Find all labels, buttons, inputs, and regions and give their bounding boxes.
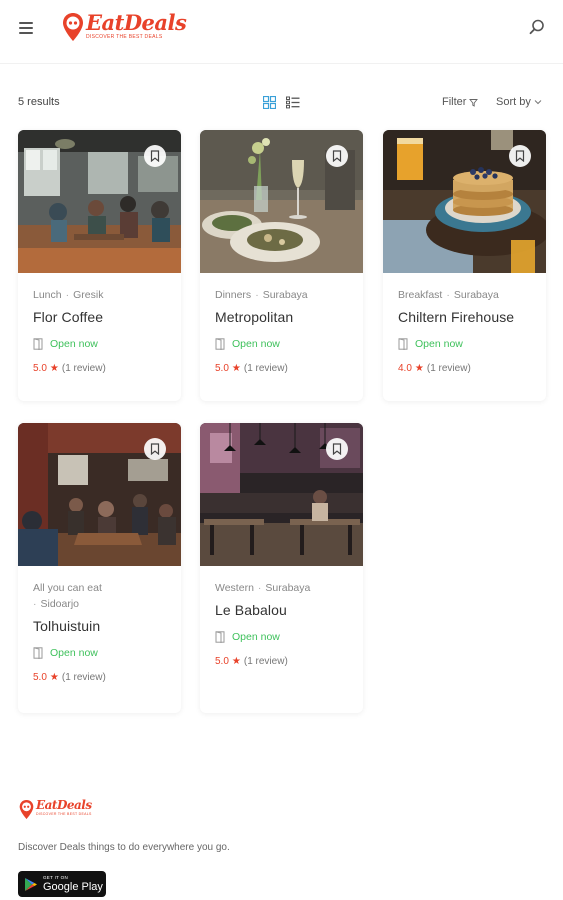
footer-brand-tagline: DISCOVER THE BEST DEALS [36, 812, 92, 816]
results-count: 5 results [18, 96, 60, 108]
rating-score: 4.0 [398, 363, 412, 374]
door-icon [215, 631, 225, 643]
bookmark-button[interactable] [144, 145, 166, 167]
open-status: Open now [398, 338, 531, 350]
listing-card[interactable]: Western · Surabaya Le Babalou Open now 5.0… [200, 423, 363, 713]
open-status: Open now [33, 338, 166, 350]
review-count[interactable]: (1 review) [427, 363, 471, 374]
footer-description: Discover Deals things to do everywhere y… [18, 842, 230, 853]
review-count[interactable]: (1 review) [62, 363, 106, 374]
bookmark-icon [332, 443, 342, 455]
listing-city[interactable]: Surabaya [265, 582, 310, 594]
open-status: Open now [33, 647, 166, 659]
bookmark-button[interactable] [326, 438, 348, 460]
funnel-icon [469, 98, 479, 107]
page-footer: EatDeals DISCOVER THE BEST DEALS Discove… [0, 775, 563, 900]
top-header: EatDeals DISCOVER THE BEST DEALS [0, 0, 563, 64]
door-icon [33, 647, 43, 659]
sort-by-dropdown[interactable]: Sort by [496, 96, 542, 108]
listing-title[interactable]: Metropolitan [215, 309, 348, 325]
listing-meta: Breakfast · Surabaya [398, 289, 499, 301]
listing-category[interactable]: Dinners [215, 289, 251, 301]
listing-meta: Dinners · Surabaya [215, 289, 308, 301]
sort-label: Sort by [496, 96, 531, 108]
rating: 5.0 ★ (1 review) [215, 363, 348, 374]
filter-button[interactable]: Filter [442, 96, 479, 108]
star-icon: ★ [231, 363, 241, 374]
listing-meta: Lunch · Gresik [33, 289, 104, 301]
store-name: Google Play [43, 881, 103, 893]
open-status: Open now [215, 631, 348, 643]
listing-meta: Western · Surabaya [215, 582, 311, 594]
door-icon [33, 338, 43, 350]
listing-title[interactable]: Chiltern Firehouse [398, 309, 531, 325]
listing-meta: All you can eat · Sidoarjo [33, 582, 102, 610]
menu-icon[interactable] [19, 22, 33, 34]
rating: 5.0 ★ (1 review) [33, 363, 166, 374]
bookmark-button[interactable] [144, 438, 166, 460]
listing-city[interactable]: Sidoarjo [41, 598, 80, 610]
listing-card[interactable]: Breakfast · Surabaya Chiltern Firehouse Op… [383, 130, 546, 401]
star-icon: ★ [49, 363, 59, 374]
listing-category[interactable]: Lunch [33, 289, 62, 301]
review-count[interactable]: (1 review) [62, 672, 106, 683]
rating-score: 5.0 [215, 656, 229, 667]
rating: 5.0 ★ (1 review) [215, 656, 348, 667]
listing-title[interactable]: Flor Coffee [33, 309, 166, 325]
door-icon [398, 338, 408, 350]
listing-card[interactable]: Lunch · Gresik Flor Coffee Open now 5.0 ★ (1… [18, 130, 181, 401]
brand-name: EatDeals [86, 10, 187, 35]
star-icon: ★ [231, 656, 241, 667]
bookmark-icon [332, 150, 342, 162]
pin-icon [63, 13, 83, 41]
listing-photo[interactable] [383, 130, 546, 273]
listing-card[interactable]: Dinners · Surabaya Metropolitan Open now 5… [200, 130, 363, 401]
listing-photo[interactable] [18, 130, 181, 273]
listing-city[interactable]: Surabaya [454, 289, 499, 301]
bookmark-button[interactable] [509, 145, 531, 167]
rating-score: 5.0 [33, 672, 47, 683]
pin-icon [19, 799, 34, 820]
footer-brand-name: EatDeals [36, 798, 92, 812]
brand-logo[interactable]: EatDeals DISCOVER THE BEST DEALS [62, 10, 187, 48]
rating: 5.0 ★ (1 review) [33, 672, 166, 683]
search-icon[interactable] [528, 18, 546, 36]
rating-score: 5.0 [33, 363, 47, 374]
footer-logo[interactable]: EatDeals DISCOVER THE BEST DEALS [19, 799, 92, 820]
chevron-down-icon [534, 100, 542, 105]
review-count[interactable]: (1 review) [244, 656, 288, 667]
listing-category[interactable]: Breakfast [398, 289, 442, 301]
rating-score: 5.0 [215, 363, 229, 374]
bookmark-icon [515, 150, 525, 162]
listing-title[interactable]: Le Babalou [215, 602, 348, 618]
list-view-icon[interactable] [286, 96, 300, 109]
listing-category[interactable]: Western [215, 582, 254, 594]
filter-label: Filter [442, 96, 467, 108]
grid-view-icon[interactable] [263, 96, 276, 109]
listing-photo[interactable] [200, 423, 363, 566]
google-play-button[interactable]: GET IT ON Google Play [18, 871, 106, 897]
bookmark-icon [150, 443, 160, 455]
rating: 4.0 ★ (1 review) [398, 363, 531, 374]
listing-category[interactable]: All you can eat [33, 582, 102, 594]
bookmark-icon [150, 150, 160, 162]
listing-city[interactable]: Surabaya [263, 289, 308, 301]
door-icon [215, 338, 225, 350]
google-play-icon [25, 877, 37, 891]
listing-card[interactable]: All you can eat · Sidoarjo Tolhuistuin Ope… [18, 423, 181, 713]
bookmark-button[interactable] [326, 145, 348, 167]
open-status: Open now [215, 338, 348, 350]
review-count[interactable]: (1 review) [244, 363, 288, 374]
star-icon: ★ [414, 363, 424, 374]
star-icon: ★ [49, 672, 59, 683]
listing-photo[interactable] [200, 130, 363, 273]
listing-photo[interactable] [18, 423, 181, 566]
listing-title[interactable]: Tolhuistuin [33, 618, 166, 634]
listing-city[interactable]: Gresik [73, 289, 103, 301]
results-toolbar: 5 results Filter Sort by [0, 90, 563, 116]
